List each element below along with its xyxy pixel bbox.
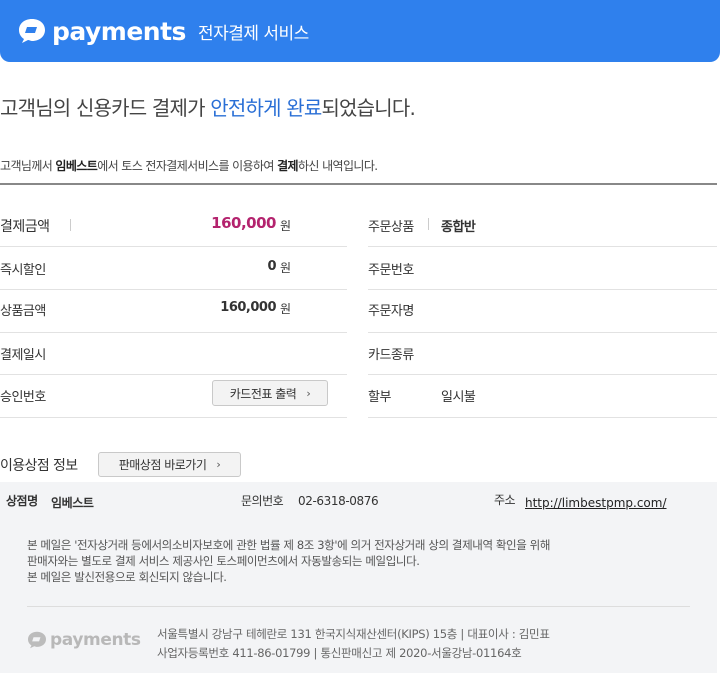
footer-registration-line: 사업자등록번호 411-86-01799 | 통신판매신고 제 2020-서울강…: [157, 646, 522, 660]
logo-text: payments: [52, 16, 186, 46]
footer-logo: payments: [27, 630, 141, 650]
store-name-value: 임베스트: [51, 496, 94, 510]
row-divider: [368, 246, 717, 247]
header-bar: payments 전자결제 서비스: [0, 0, 720, 62]
label-separator: [428, 218, 429, 230]
print-receipt-button[interactable]: 카드전표 출력 ›: [212, 380, 328, 406]
row-divider: [0, 289, 347, 290]
notice-line-3: 본 메일은 발신전용으로 회신되지 않습니다.: [27, 570, 227, 584]
title-part2: 되었습니다.: [321, 96, 416, 120]
store-name-label: 상점명: [6, 494, 38, 508]
store-info-title: 이용상점 정보: [0, 458, 78, 474]
notice-line-2: 판매자와는 별도로 결제 서비스 제공사인 토스페이먼츠에서 자동발송되는 메일…: [27, 554, 420, 568]
title-highlight: 안전하게 완료: [210, 96, 322, 120]
label-card-type: 카드종류: [368, 348, 414, 363]
notice-line-1: 본 메일은 '전자상거래 등에서의소비자보호에 관한 법률 제 8조 3항'에 …: [27, 538, 551, 552]
row-divider: [368, 289, 717, 290]
label-orderer-name: 주문자명: [368, 304, 414, 319]
row-divider: [0, 374, 347, 375]
product-amount-value: 160,000: [220, 300, 276, 315]
label-installment: 할부: [368, 390, 391, 405]
label-payment-amount: 결제금액: [0, 219, 50, 235]
intro-middle: 에서 토스 전자결제서비스를 이용하여: [97, 159, 278, 173]
row-divider: [368, 417, 717, 418]
print-receipt-label: 카드전표 출력: [229, 386, 297, 401]
row-divider: [0, 246, 347, 247]
label-approval-number: 승인번호: [0, 390, 46, 405]
payments-logo-icon: [19, 19, 45, 43]
page-title: 고객님의 신용카드 결제가 안전하게 완료되었습니다.: [0, 92, 416, 121]
footer-address-line: 서울특별시 강남구 테헤란로 131 한국지식재산센터(KIPS) 15층 | …: [157, 627, 550, 641]
row-divider: [0, 417, 347, 418]
row-divider: [0, 332, 347, 333]
instant-discount-value: 0: [267, 259, 276, 274]
row-divider: [368, 332, 717, 333]
intro-suffix: 하신 내역입니다.: [297, 159, 378, 173]
intro-prefix: 고객님께서: [0, 159, 56, 173]
notice-text: 본 메일은 '전자상거래 등에서의소비자보호에 관한 법률 제 8조 3항'에 …: [27, 537, 550, 585]
product-amount-unit: 원: [280, 302, 291, 316]
label-payment-datetime: 결제일시: [0, 348, 46, 363]
installment-value: 일시불: [441, 390, 476, 405]
label-product-amount: 상품금액: [0, 304, 46, 319]
payments-logo: payments: [18, 17, 186, 46]
intro-text: 고객님께서 임베스트에서 토스 전자결제서비스를 이용하여 결제하신 내역입니다…: [0, 157, 378, 174]
label-instant-discount: 즉시할인: [0, 263, 46, 278]
row-divider: [368, 374, 717, 375]
go-to-store-label: 판매상점 바로가기: [118, 458, 207, 472]
header-subtitle: 전자결제 서비스: [197, 23, 309, 44]
chevron-right-icon: ›: [216, 458, 221, 471]
store-address-link[interactable]: http://limbestpmp.com/: [525, 496, 667, 510]
store-address-label: 주소: [494, 493, 516, 507]
order-product-value: 종합반: [441, 220, 476, 235]
label-separator: [70, 219, 71, 231]
section-divider: [0, 183, 717, 185]
payment-amount-value: 160,000: [211, 214, 276, 232]
payment-amount-unit: 원: [280, 219, 291, 233]
go-to-store-button[interactable]: 판매상점 바로가기 ›: [98, 452, 241, 477]
label-order-product: 주문상품: [368, 220, 414, 235]
footer-logo-text: payments: [50, 630, 141, 650]
label-order-number: 주문번호: [368, 263, 414, 278]
title-part1: 고객님의 신용카드 결제가: [0, 96, 211, 120]
instant-discount-unit: 원: [280, 261, 291, 275]
intro-store: 임베스트: [55, 159, 98, 173]
footer-divider: [27, 606, 690, 607]
payments-logo-icon: [28, 631, 46, 649]
intro-bold: 결제: [277, 159, 298, 173]
store-phone-label: 문의번호: [241, 494, 284, 508]
chevron-right-icon: ›: [306, 386, 311, 400]
store-phone-value: 02-6318-0876: [298, 494, 379, 508]
